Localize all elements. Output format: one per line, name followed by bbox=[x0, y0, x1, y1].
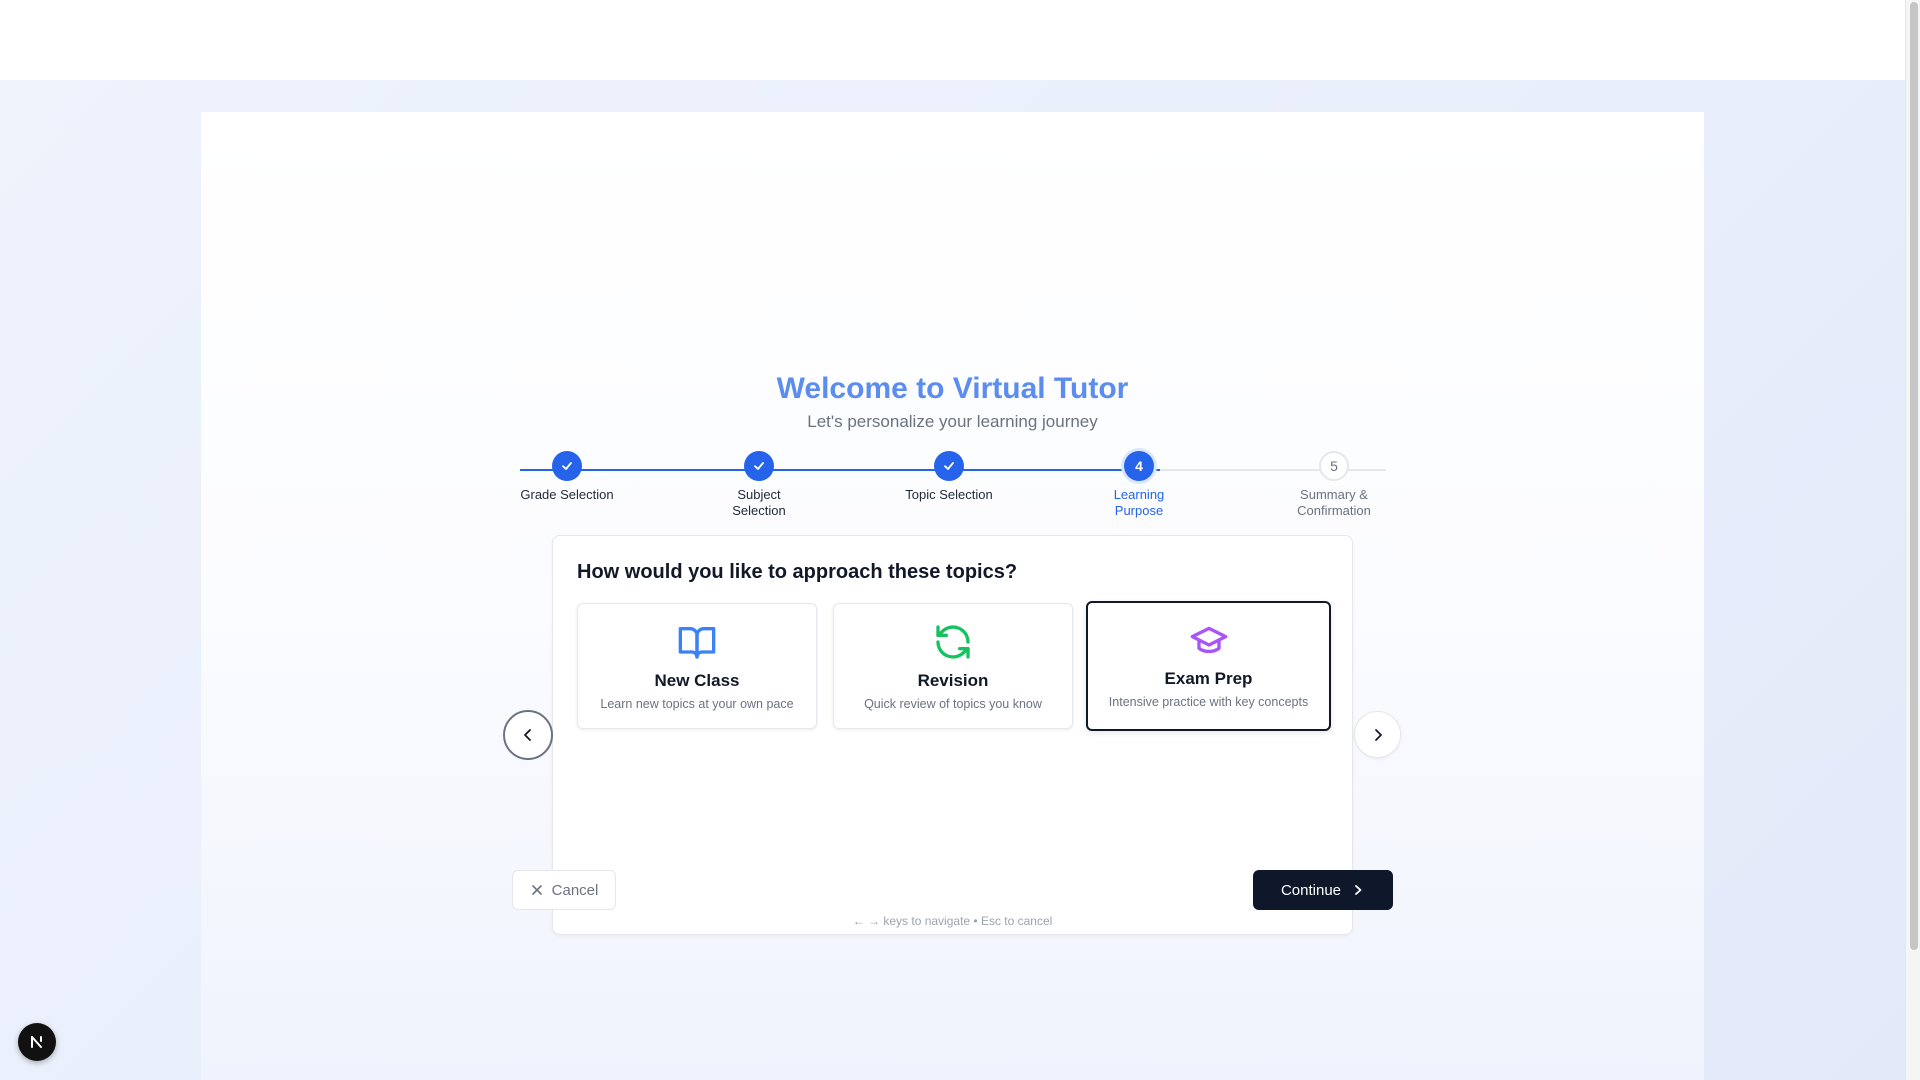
next-step-button[interactable] bbox=[1354, 711, 1401, 758]
option-description: Learn new topics at your own pace bbox=[600, 697, 794, 711]
option-title: Revision bbox=[917, 671, 989, 690]
chevron-right-icon bbox=[1355, 885, 1362, 895]
option-exam-prep[interactable]: Exam Prep Intensive practice with key co… bbox=[1086, 601, 1331, 731]
question-heading: How would you like to approach these top… bbox=[577, 561, 1018, 583]
checkmark-icon bbox=[944, 462, 954, 470]
step-3-complete-indicator[interactable] bbox=[934, 451, 964, 481]
chevron-right-icon bbox=[1374, 728, 1382, 741]
chevron-left-icon bbox=[524, 729, 531, 741]
checkmark-icon bbox=[562, 462, 572, 470]
option-title: New Class bbox=[654, 671, 740, 690]
option-description: Quick review of topics you know bbox=[864, 697, 1042, 711]
open-book-icon bbox=[678, 627, 716, 659]
step-label-subject-selection[interactable]: Subject Selection bbox=[699, 487, 819, 519]
previous-step-button[interactable] bbox=[503, 710, 553, 760]
graduation-cap-icon bbox=[1190, 626, 1227, 654]
option-revision[interactable]: Revision Quick review of topics you know bbox=[833, 603, 1073, 729]
option-title: Exam Prep bbox=[1164, 669, 1253, 688]
logo-icon bbox=[31, 1036, 42, 1048]
step-label-grade-selection[interactable]: Grade Selection bbox=[507, 487, 627, 503]
top-bar bbox=[0, 0, 1905, 80]
vertical-scrollbar[interactable] bbox=[1905, 0, 1920, 1080]
close-icon bbox=[531, 885, 542, 895]
option-new-class[interactable]: New Class Learn new topics at your own p… bbox=[577, 603, 817, 729]
question-card bbox=[552, 535, 1353, 935]
option-description: Intensive practice with key concepts bbox=[1108, 695, 1309, 709]
step-5-pending-indicator[interactable]: 5 bbox=[1319, 451, 1349, 481]
step-label-learning-purpose[interactable]: Learning Purpose bbox=[1079, 487, 1199, 519]
checkmark-icon bbox=[754, 462, 764, 470]
floating-action-button[interactable] bbox=[18, 1023, 56, 1061]
continue-button[interactable]: Continue bbox=[1253, 870, 1393, 910]
step-2-complete-indicator[interactable] bbox=[744, 451, 774, 481]
page-subtitle: Let's personalize your learning journey bbox=[807, 412, 1098, 431]
continue-label: Continue bbox=[1280, 881, 1342, 899]
step-4-current-indicator[interactable]: 4 bbox=[1124, 451, 1154, 481]
scrollbar-thumb[interactable] bbox=[1910, 2, 1918, 950]
refresh-icon bbox=[936, 625, 970, 659]
keyboard-hint: ← → keys to navigate • Esc to cancel bbox=[852, 914, 1053, 928]
cancel-label: Cancel bbox=[551, 881, 599, 899]
step-label-topic-selection[interactable]: Topic Selection bbox=[889, 487, 1009, 503]
step-label-summary-confirmation[interactable]: Summary & Confirmation bbox=[1274, 487, 1394, 519]
page-title: Welcome to Virtual Tutor bbox=[776, 372, 1129, 405]
cancel-button[interactable]: Cancel bbox=[512, 870, 616, 910]
step-1-complete-indicator[interactable] bbox=[552, 451, 582, 481]
